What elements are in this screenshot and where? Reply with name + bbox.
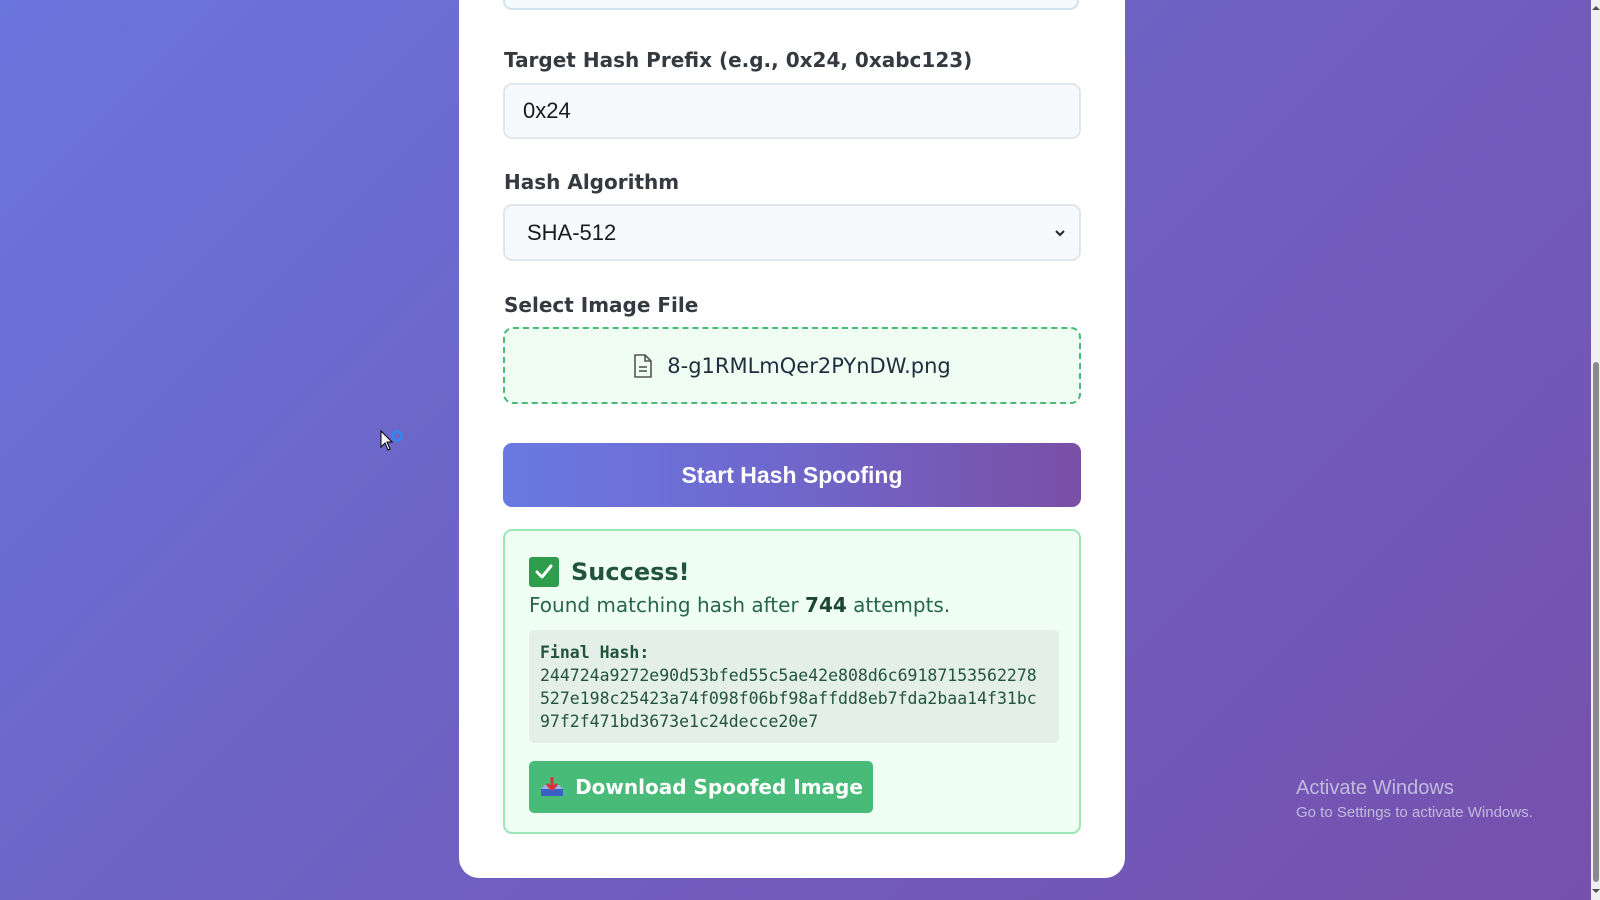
success-message: Found matching hash after 744 attempts. — [529, 593, 950, 617]
attempts-count: 744 — [805, 593, 847, 617]
prefix-label: Target Hash Prefix (e.g., 0x24, 0xabc123… — [504, 48, 973, 72]
download-label: Download Spoofed Image — [575, 775, 863, 799]
prefix-input[interactable] — [503, 83, 1081, 139]
scroll-down-arrow-icon[interactable] — [1592, 887, 1600, 895]
file-document-icon — [634, 353, 653, 378]
file-name: 8-g1RMLmQer2PYnDW.png — [667, 353, 951, 378]
checkmark-box-icon — [529, 557, 559, 587]
chevron-down-icon — [1055, 230, 1065, 237]
previous-field-edge — [503, 0, 1079, 10]
busy-cursor-icon — [380, 430, 403, 451]
final-hash-value: 244724a9272e90d53bfed55c5ae42e808d6c6918… — [540, 666, 1037, 731]
algorithm-select[interactable]: SHA-512 — [503, 204, 1081, 261]
message-prefix: Found matching hash after — [529, 593, 799, 617]
message-suffix: attempts. — [853, 593, 951, 617]
scrollbar-thumb[interactable] — [1593, 362, 1599, 882]
activate-windows-watermark: Activate Windows Go to Settings to activ… — [1296, 777, 1533, 821]
start-spoofing-button[interactable]: Start Hash Spoofing — [503, 443, 1081, 507]
algorithm-label: Hash Algorithm — [504, 170, 680, 194]
file-label: Select Image File — [504, 293, 699, 317]
download-button[interactable]: Download Spoofed Image — [529, 761, 873, 813]
success-title: Success! — [571, 558, 690, 586]
file-dropzone[interactable]: 8-g1RMLmQer2PYnDW.png — [503, 327, 1081, 404]
watermark-title: Activate Windows — [1296, 777, 1454, 799]
watermark-subtitle: Go to Settings to activate Windows. — [1296, 804, 1533, 821]
success-panel: Success! Found matching hash after 744 a… — [503, 529, 1081, 834]
final-hash-title: Final Hash: — [540, 643, 650, 662]
algorithm-selected-value: SHA-512 — [527, 219, 617, 245]
success-header: Success! — [529, 557, 690, 587]
final-hash-box: Final Hash: 244724a9272e90d53bfed55c5ae4… — [529, 630, 1059, 743]
download-tray-icon — [541, 777, 564, 796]
scroll-up-arrow-icon[interactable] — [1592, 4, 1600, 12]
